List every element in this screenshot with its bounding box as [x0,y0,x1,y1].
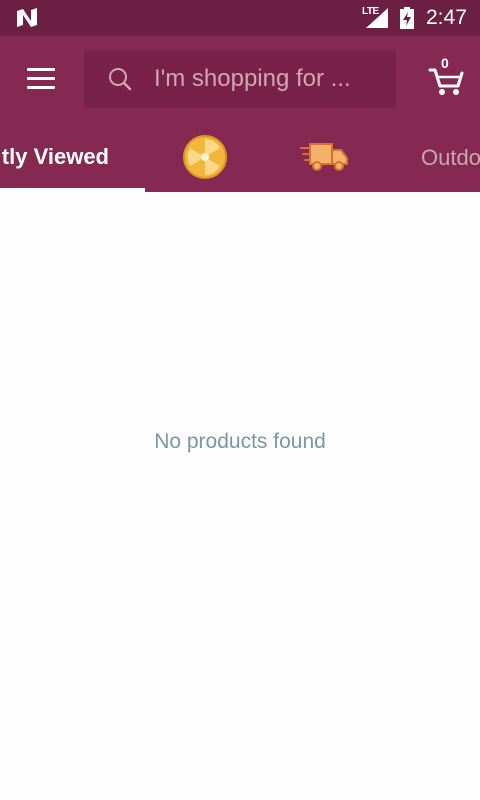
deals-badge-icon [183,135,227,179]
n-logo-icon [17,8,37,27]
cart-button[interactable]: 0 [426,55,466,98]
category-tabs: tly Viewed Outdo [0,122,480,192]
tab-recently-viewed[interactable]: tly Viewed [0,122,145,192]
selected-tab-indicator [0,188,145,192]
cart-count-badge: 0 [441,55,449,71]
tab-deals[interactable] [170,122,240,192]
hamburger-menu-icon[interactable] [22,64,62,94]
tab-fast-delivery[interactable] [290,122,360,192]
status-bar: LTE 2:47 [0,0,480,36]
search-icon [109,68,132,91]
app-toolbar: 0 [0,36,480,122]
tab-outdoor-label: Outdo [421,145,480,170]
status-clock: 2:47 [426,6,467,29]
empty-state-message: No products found [154,430,326,453]
battery-charging-icon [400,7,414,29]
fast-delivery-truck-icon [300,143,348,171]
tab-recently-viewed-label: tly Viewed [1,144,109,169]
search-input[interactable] [154,62,384,96]
tab-outdoor[interactable]: Outdo [408,122,480,192]
signal-icon [366,8,388,28]
search-bar[interactable] [84,50,396,108]
